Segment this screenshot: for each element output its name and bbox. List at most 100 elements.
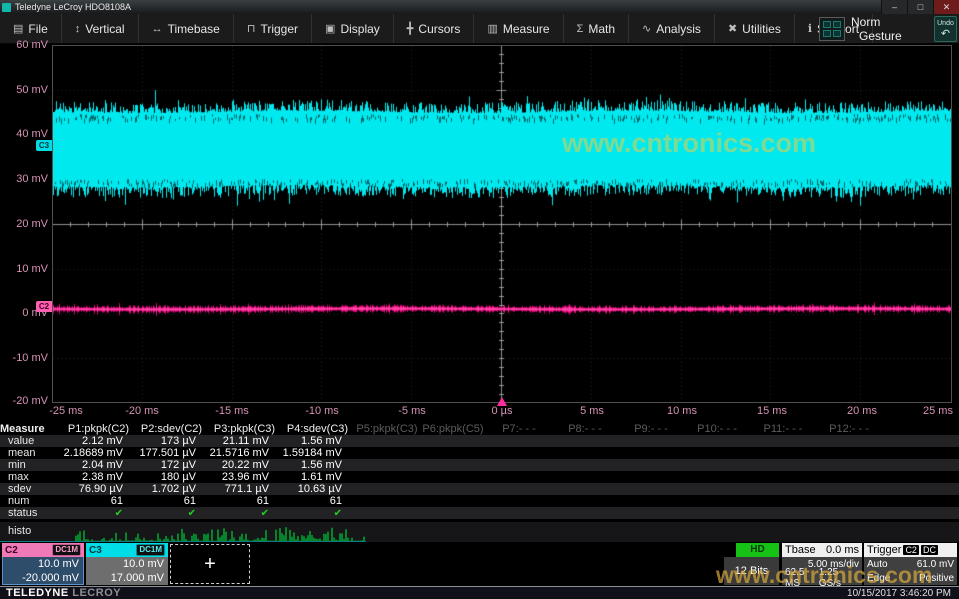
analysis-icon: ∿ [642, 22, 651, 35]
hd-mode-badge[interactable]: HD [736, 543, 779, 557]
measure-param-header[interactable]: P8:- - - [552, 423, 618, 435]
grid-cell-icon [823, 30, 831, 37]
vertical-icon: ↕ [75, 23, 81, 35]
measure-param-header[interactable]: P1:pkpk(C2) [62, 423, 135, 435]
measure-row-label: max [0, 471, 62, 483]
x-axis-label: 20 ms [847, 405, 877, 417]
title-bar: Teledyne LeCroy HDO8108A – □ ✕ [0, 0, 959, 14]
measure-param-header[interactable]: P7:- - - [486, 423, 552, 435]
measure-row-max: max2.38 mV180 µV23.96 mV1.61 mV [0, 471, 959, 483]
footer-bar: TELEDYNE LECROY 10/15/2017 3:46:20 PM [0, 586, 959, 599]
waveform-canvas[interactable] [53, 46, 951, 402]
measure-param-header[interactable]: P3:pkpk(C3) [208, 423, 281, 435]
measure-title: Measure [0, 423, 62, 435]
timebase-descriptor[interactable]: Tbase 0.0 ms 5.00 ms/div 62.5 MS 1.25 GS… [782, 543, 862, 585]
measure-value-cell: 61 [135, 495, 208, 507]
gesture-label[interactable]: Gesture [859, 29, 902, 43]
trigger-descriptor[interactable]: Trigger C2 DC Auto 61.0 mV Edge Positive [864, 543, 957, 585]
support-icon: ℹ [808, 22, 812, 35]
measure-value-cell: 61 [281, 495, 354, 507]
trigger-label: Trigger [867, 544, 901, 556]
measure-param-header[interactable]: P4:sdev(C3) [281, 423, 354, 435]
histo-label: histo [8, 525, 31, 537]
measure-value-cell: 23.96 mV [208, 471, 281, 483]
math-icon: Σ [577, 23, 584, 35]
measure-value-cell: 1.59184 mV [281, 447, 354, 459]
trigger-mode: Auto [867, 559, 888, 570]
menu-item-timebase[interactable]: ↔ Timebase [139, 14, 234, 43]
timebase-icon: ↔ [152, 23, 163, 35]
y-axis-label: 20 mV [16, 218, 48, 230]
menu-item-cursors[interactable]: ╋Cursors [394, 14, 475, 43]
measure-param-header[interactable]: P10:- - - [684, 423, 750, 435]
x-axis-label: 10 ms [667, 405, 697, 417]
measure-value-cell: 61 [62, 495, 135, 507]
menu-item-measure[interactable]: ▥ Measure [474, 14, 563, 43]
trigger-icon: ⊓ [247, 22, 256, 35]
x-axis-label: -10 ms [305, 405, 339, 417]
waveform-grid[interactable] [52, 45, 952, 403]
menu-bar-items: ▤File↕Vertical↔Timebase⊓Trigger▣Display╋… [0, 14, 873, 43]
trigger-time-marker[interactable] [497, 397, 507, 406]
menu-item-analysis[interactable]: ∿ Analysis [629, 14, 715, 43]
undo-label: Undo [935, 19, 956, 28]
measure-row-label: num [0, 495, 62, 507]
measure-value-cell: 1.702 µV [135, 483, 208, 495]
measure-value-cell: 61 [208, 495, 281, 507]
measure-header-row: MeasureP1:pkpk(C2)P2:sdev(C2)P3:pkpk(C3)… [0, 422, 959, 435]
menu-label-utilities: Utilities [742, 22, 781, 36]
menu-label-cursors: Cursors [418, 22, 460, 36]
measure-row-label: value [0, 435, 62, 447]
grid-cell-icon [823, 21, 831, 28]
x-axis-label: 15 ms [757, 405, 787, 417]
add-trace-button[interactable]: + [170, 544, 250, 584]
c3-offset-marker[interactable]: C3 [36, 140, 52, 151]
menu-label-timebase: Timebase [168, 22, 220, 36]
channel-c2-descriptor[interactable]: C2 DC1M 10.0 mV -20.000 mV [2, 543, 84, 585]
trigger-type: Edge [867, 573, 890, 584]
y-axis-label: -10 mV [13, 352, 48, 364]
oscilloscope-app: Teledyne LeCroy HDO8108A – □ ✕ ▤File↕Ver… [0, 0, 959, 599]
menu-label-trigger: Trigger [260, 22, 298, 36]
measure-row-sdev: sdev76.90 µV1.702 µV771.1 µV10.63 µV [0, 483, 959, 495]
maximize-button[interactable]: □ [907, 0, 933, 14]
measure-table: MeasureP1:pkpk(C2)P2:sdev(C2)P3:pkpk(C3)… [0, 422, 959, 519]
norm-label[interactable]: Norm [851, 15, 880, 29]
c2-offset-marker[interactable]: C2 [36, 301, 52, 312]
close-button[interactable]: ✕ [933, 0, 959, 14]
undo-button[interactable]: Undo ↶ [934, 16, 957, 42]
menu-label-measure: Measure [503, 22, 550, 36]
status-check-icon: ✔ [261, 508, 269, 519]
menu-item-trigger[interactable]: ⊓ Trigger [234, 14, 312, 43]
x-axis-label: -15 ms [215, 405, 249, 417]
trigger-source-badge: C2 [903, 545, 919, 555]
menu-item-utilities[interactable]: ✖Utilities [715, 14, 795, 43]
measure-param-header[interactable]: P9:- - - [618, 423, 684, 435]
display-grid-button[interactable] [819, 17, 845, 41]
measure-param-header[interactable]: P11:- - - [750, 423, 816, 435]
minimize-button[interactable]: – [881, 0, 907, 14]
measure-param-header[interactable]: P6:pkpk(C5) [420, 423, 486, 435]
measure-row-min: min2.04 mV172 µV20.22 mV1.56 mV [0, 459, 959, 471]
menu-item-math[interactable]: ΣMath [564, 14, 630, 43]
measure-row-label: status [0, 507, 62, 519]
measure-icon: ▥ [487, 22, 497, 35]
menu-item-vertical[interactable]: ↕Vertical [62, 14, 139, 43]
measure-param-header[interactable]: P12:- - - [816, 423, 882, 435]
c3-offset: 17.000 mV [90, 571, 164, 585]
measure-param-header[interactable]: P5:pkpk(C3) [354, 423, 420, 435]
measure-row-value: value2.12 mV173 µV21.11 mV1.56 mV [0, 435, 959, 447]
measure-row-label: sdev [0, 483, 62, 495]
brand-logo: TELEDYNE LECROY [6, 587, 121, 599]
menu-label-analysis: Analysis [656, 22, 701, 36]
measure-row-label: min [0, 459, 62, 471]
menu-item-display[interactable]: ▣Display [312, 14, 394, 43]
menu-label-file: File [28, 22, 47, 36]
measure-status-cell: ✔ [135, 507, 208, 519]
grid-cell-icon [833, 21, 841, 28]
channel-c3-descriptor[interactable]: C3 DC1M 10.0 mV 17.000 mV [86, 543, 168, 585]
measure-row-status: status✔✔✔✔ [0, 507, 959, 519]
measure-row-num: num61616161 [0, 495, 959, 507]
measure-param-header[interactable]: P2:sdev(C2) [135, 423, 208, 435]
measure-value-cell: 21.5716 mV [208, 447, 281, 459]
